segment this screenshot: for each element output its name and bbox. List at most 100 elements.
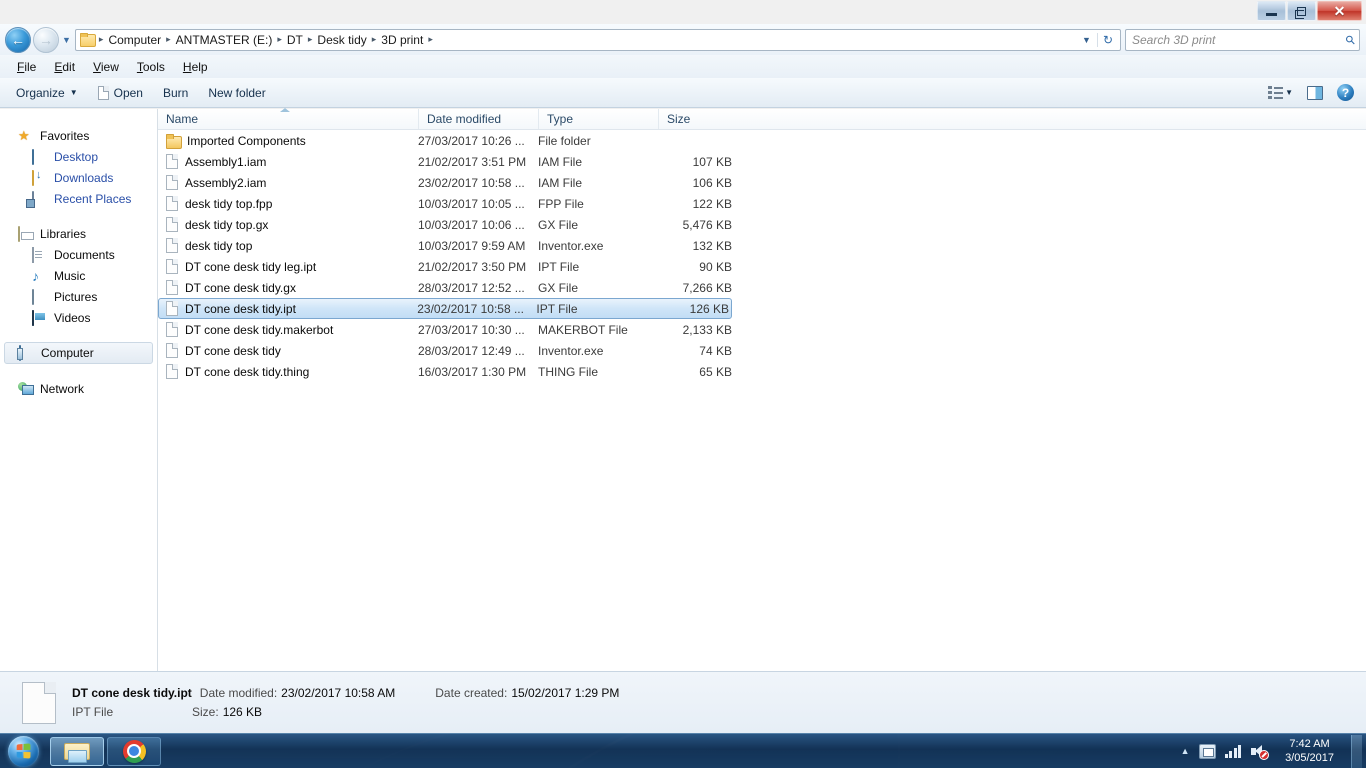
nav-group-libraries: Libraries Documents ♪ Music Pictures Vid… — [0, 223, 157, 328]
table-row[interactable]: DT cone desk tidy.gx 28/03/2017 12:52 ..… — [158, 277, 1366, 298]
breadcrumb-item-dt[interactable]: DT — [284, 33, 306, 47]
file-type: IAM File — [538, 175, 583, 190]
breadcrumb-separator[interactable]: ▸ — [306, 34, 315, 45]
file-icon — [166, 154, 178, 169]
table-row-selected[interactable]: DT cone desk tidy.ipt 23/02/2017 10:58 .… — [158, 298, 732, 319]
sidebar-label-favorites: Favorites — [40, 128, 90, 143]
file-size: 2,133 KB — [682, 322, 732, 337]
forward-button[interactable]: → — [33, 26, 59, 53]
close-button[interactable]: ✕ — [1317, 1, 1362, 21]
details-file-name: DT cone desk tidy.ipt — [72, 686, 192, 700]
column-header-size[interactable]: Size — [658, 109, 734, 129]
file-name: DT cone desk tidy — [185, 343, 281, 358]
open-label: Open — [113, 85, 143, 100]
open-button[interactable]: Open — [88, 83, 153, 103]
sidebar-item-computer[interactable]: Computer — [4, 342, 153, 364]
menu-help[interactable]: Help — [174, 58, 217, 76]
table-row[interactable]: Assembly2.iam 23/02/2017 10:58 ... IAM F… — [158, 172, 1366, 193]
file-name: Assembly1.iam — [185, 154, 267, 169]
taskbar-button-chrome[interactable] — [107, 736, 161, 766]
file-name: DT cone desk tidy leg.ipt — [185, 259, 317, 274]
menu-view-rest: iew — [100, 59, 119, 74]
file-name-cell: desk tidy top.gx — [158, 217, 418, 232]
breadcrumb-bar[interactable]: ▸ Computer ▸ ANTMASTER (E:) ▸ DT ▸ Desk … — [74, 28, 1121, 51]
sidebar-item-pictures[interactable]: Pictures — [0, 286, 157, 307]
help-icon[interactable]: ? — [1337, 84, 1354, 101]
address-bar-row: ← → ▼ ▸ Computer ▸ ANTMASTER (E:) ▸ DT ▸… — [0, 24, 1366, 55]
action-center-icon[interactable] — [1198, 743, 1216, 759]
menu-edit[interactable]: Edit — [45, 58, 84, 76]
sidebar-item-documents[interactable]: Documents — [0, 244, 157, 265]
menu-view[interactable]: View — [84, 58, 128, 76]
burn-button[interactable]: Burn — [153, 83, 198, 103]
breadcrumb-item-desk-tidy[interactable]: Desk tidy — [314, 33, 369, 47]
menu-file[interactable]: File — [8, 58, 45, 76]
back-button[interactable]: ← — [5, 26, 31, 53]
details-date-modified-value: 23/02/2017 10:58 AM — [281, 686, 396, 700]
burn-label: Burn — [162, 85, 189, 100]
start-button[interactable] — [0, 735, 47, 768]
breadcrumb-separator[interactable]: ▸ — [275, 34, 284, 45]
column-header-date-modified[interactable]: Date modified — [418, 109, 538, 129]
file-size: 107 KB — [692, 154, 732, 169]
breadcrumb-item-drive[interactable]: ANTMASTER (E:) — [173, 33, 276, 47]
videos-icon — [32, 309, 48, 326]
breadcrumb-item-3d-print[interactable]: 3D print — [378, 33, 426, 47]
sidebar-item-favorites[interactable]: ★ Favorites — [0, 125, 157, 146]
file-type: File folder — [538, 133, 591, 148]
table-row[interactable]: desk tidy top.gx 10/03/2017 10:06 ... GX… — [158, 214, 1366, 235]
file-date: 10/03/2017 9:59 AM — [418, 238, 526, 253]
file-type: THING File — [538, 364, 598, 379]
column-header-name[interactable]: Name — [158, 108, 418, 129]
table-row[interactable]: desk tidy top 10/03/2017 9:59 AM Invento… — [158, 235, 1366, 256]
file-name: DT cone desk tidy.ipt — [185, 301, 296, 316]
sidebar-item-videos[interactable]: Videos — [0, 307, 157, 328]
sidebar-item-desktop[interactable]: Desktop — [0, 146, 157, 167]
sidebar-item-libraries[interactable]: Libraries — [0, 223, 157, 244]
menu-tools[interactable]: Tools — [128, 58, 174, 76]
breadcrumb-item-computer[interactable]: Computer — [105, 33, 164, 47]
table-row[interactable]: DT cone desk tidy leg.ipt 21/02/2017 3:5… — [158, 256, 1366, 277]
file-date: 27/03/2017 10:30 ... — [418, 322, 525, 337]
view-options-chevron-down-icon[interactable]: ▼ — [1285, 88, 1293, 97]
minimize-button[interactable] — [1257, 1, 1286, 21]
toolbar-right-controls: ▼ ? — [1268, 84, 1360, 101]
sidebar-item-downloads[interactable]: Downloads — [0, 167, 157, 188]
view-options-icon[interactable] — [1268, 86, 1284, 99]
table-row[interactable]: desk tidy top.fpp 10/03/2017 10:05 ... F… — [158, 193, 1366, 214]
breadcrumb-separator[interactable]: ▸ — [164, 34, 173, 45]
title-bar[interactable]: ✕ — [0, 0, 1366, 24]
table-row[interactable]: DT cone desk tidy.thing 16/03/2017 1:30 … — [158, 361, 1366, 382]
table-row[interactable]: DT cone desk tidy 28/03/2017 12:49 ... I… — [158, 340, 1366, 361]
sidebar-item-recent-places[interactable]: Recent Places — [0, 188, 157, 209]
chevron-down-icon[interactable]: ▼ — [1076, 35, 1097, 45]
breadcrumb-separator[interactable]: ▸ — [426, 34, 435, 45]
preview-pane-icon[interactable] — [1307, 85, 1323, 100]
taskbar-button-explorer[interactable] — [50, 736, 104, 766]
breadcrumb-separator: ▸ — [98, 34, 104, 44]
table-row[interactable]: Assembly1.iam 21/02/2017 3:51 PM IAM Fil… — [158, 151, 1366, 172]
file-date: 28/03/2017 12:49 ... — [418, 343, 525, 358]
restore-button[interactable] — [1287, 1, 1316, 21]
new-folder-button[interactable]: New folder — [198, 83, 275, 103]
details-file-type: IPT File — [72, 705, 114, 719]
sidebar-label-music: Music — [54, 268, 86, 283]
clock[interactable]: 7:42 AM 3/05/2017 — [1277, 737, 1342, 765]
table-row[interactable]: Imported Components 27/03/2017 10:26 ...… — [158, 130, 1366, 151]
network-signal-icon[interactable] — [1224, 744, 1242, 758]
table-row[interactable]: DT cone desk tidy.makerbot 27/03/2017 10… — [158, 319, 1366, 340]
recent-pages-dropdown-icon[interactable]: ▼ — [62, 35, 71, 45]
search-input[interactable]: Search 3D print ⚲ — [1125, 28, 1360, 51]
show-hidden-icons-icon[interactable]: ▲ — [1181, 746, 1190, 756]
breadcrumb-separator[interactable]: ▸ — [370, 34, 379, 45]
column-header-type[interactable]: Type — [538, 109, 658, 129]
sidebar-item-music[interactable]: ♪ Music — [0, 265, 157, 286]
refresh-icon[interactable]: ↻ — [1096, 32, 1118, 47]
file-name-cell: desk tidy top.fpp — [158, 196, 418, 211]
volume-muted-icon[interactable] — [1250, 744, 1270, 760]
show-desktop-button[interactable] — [1351, 734, 1362, 768]
sidebar-item-network[interactable]: Network — [0, 378, 157, 399]
organize-button[interactable]: Organize ▼ — [6, 83, 88, 103]
new-folder-label: New folder — [208, 85, 266, 100]
file-icon — [166, 364, 178, 379]
